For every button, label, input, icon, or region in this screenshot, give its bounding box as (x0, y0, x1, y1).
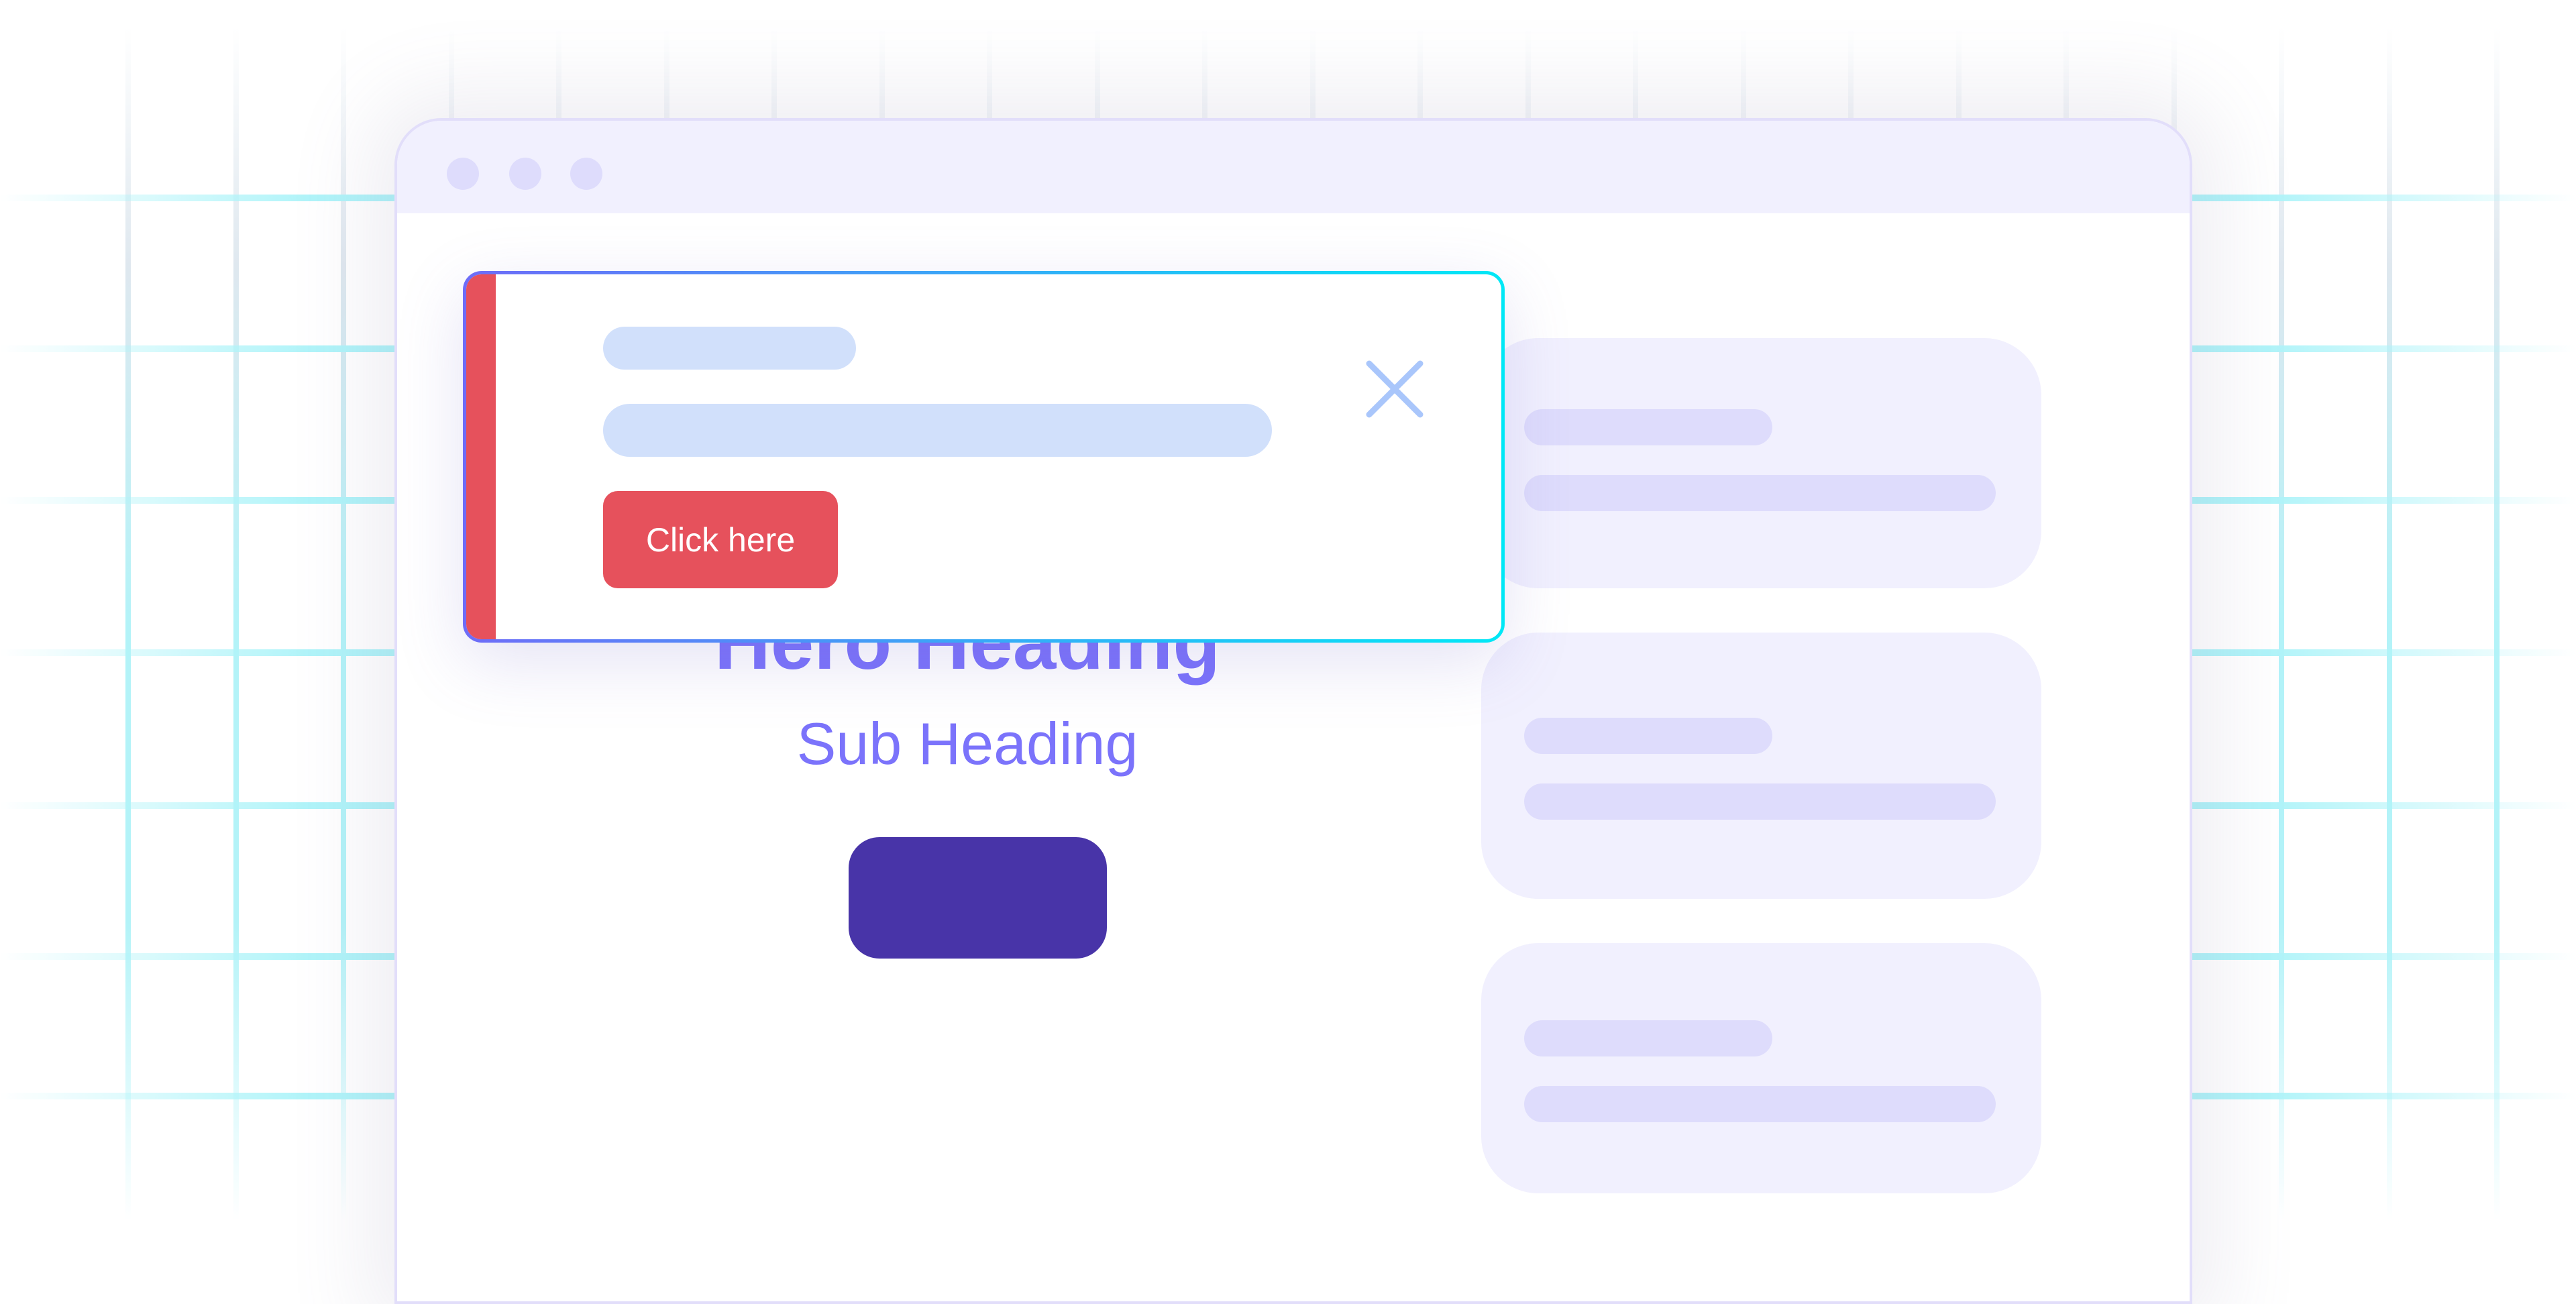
content-card (1481, 633, 2041, 899)
grid-line (2494, 27, 2500, 1221)
toast-title-placeholder (603, 327, 856, 370)
grid-line (125, 27, 131, 1221)
toast-notification: Click here (463, 271, 1505, 643)
hero-subheading: Sub Heading (796, 710, 1138, 777)
hero-cta-button[interactable] (849, 837, 1107, 959)
placeholder-line (1524, 475, 1996, 511)
window-dot-icon[interactable] (447, 158, 479, 190)
window-dot-icon[interactable] (509, 158, 541, 190)
close-icon[interactable] (1364, 358, 1426, 420)
placeholder-line (1524, 1020, 1772, 1056)
window-dot-icon[interactable] (570, 158, 602, 190)
content-card (1481, 338, 2041, 588)
placeholder-line (1524, 718, 1772, 754)
grid-line (2387, 27, 2392, 1221)
grid-line (341, 27, 346, 1221)
grid-line (233, 27, 239, 1221)
toast-action-button[interactable]: Click here (603, 491, 838, 588)
content-card (1481, 943, 2041, 1193)
browser-titlebar (397, 121, 2190, 213)
toast-message-placeholder (603, 404, 1272, 457)
placeholder-line (1524, 783, 1996, 820)
grid-line (2279, 27, 2284, 1221)
placeholder-line (1524, 409, 1772, 445)
toast-accent-bar (466, 274, 496, 639)
placeholder-line (1524, 1086, 1996, 1122)
